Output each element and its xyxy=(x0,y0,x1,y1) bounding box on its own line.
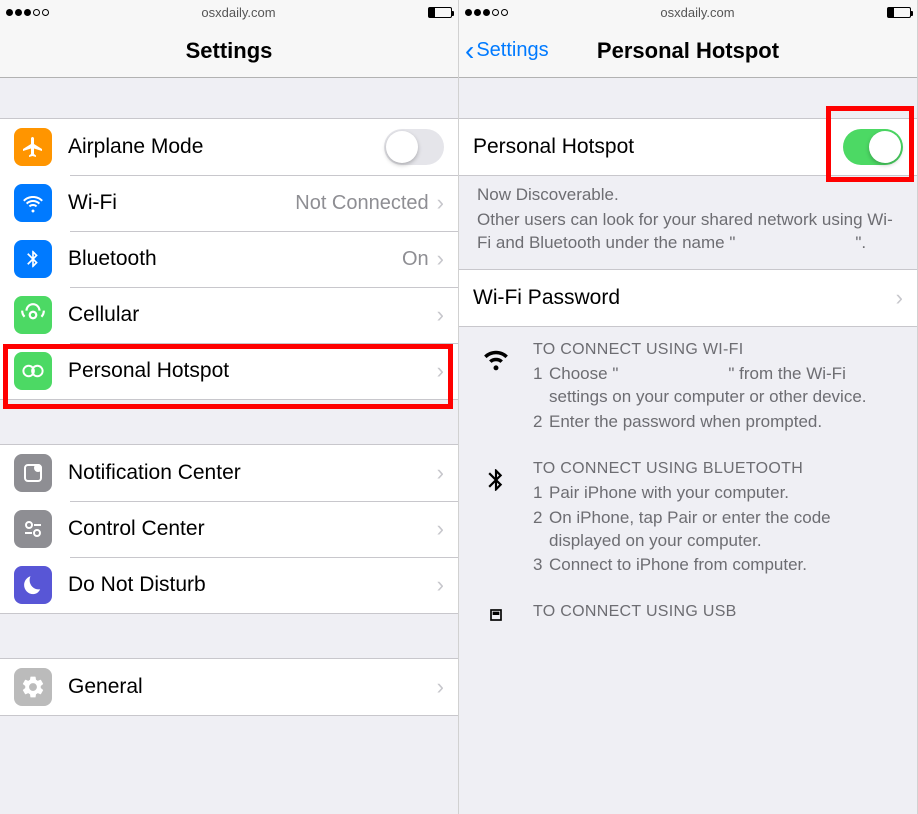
row-notification-center[interactable]: Notification Center › xyxy=(0,445,458,501)
discoverable-text: Now Discoverable. Other users can look f… xyxy=(459,176,917,269)
redacted-name xyxy=(618,368,728,381)
row-label: Cellular xyxy=(68,303,437,327)
hotspot-content: Personal Hotspot Now Discoverable. Other… xyxy=(459,78,917,814)
status-url: osxdaily.com xyxy=(660,5,734,20)
row-hotspot-toggle[interactable]: Personal Hotspot xyxy=(459,119,917,175)
step-number: 2 xyxy=(533,411,549,434)
chevron-right-icon: › xyxy=(437,190,444,216)
hotspot-toggle[interactable] xyxy=(843,129,903,165)
bluetooth-icon xyxy=(477,460,515,580)
step-number: 3 xyxy=(533,554,549,577)
row-label: Personal Hotspot xyxy=(68,359,437,383)
step-number: 1 xyxy=(533,363,549,409)
instructions-usb: TO CONNECT USING USB xyxy=(459,589,917,625)
cellular-icon xyxy=(14,296,52,334)
chevron-right-icon: › xyxy=(437,246,444,272)
control-center-icon xyxy=(14,510,52,548)
nav-bar: Settings xyxy=(0,24,458,78)
nav-bar: ‹ Settings Personal Hotspot xyxy=(459,24,917,78)
chevron-right-icon: › xyxy=(437,358,444,384)
step-text: On iPhone, tap Pair or enter the code di… xyxy=(549,507,899,553)
row-wifi[interactable]: Wi-Fi Not Connected › xyxy=(0,175,458,231)
chevron-right-icon: › xyxy=(437,516,444,542)
step-number: 1 xyxy=(533,482,549,505)
hotspot-screen: osxdaily.com ‹ Settings Personal Hotspot… xyxy=(459,0,918,814)
instr-title: TO CONNECT USING USB xyxy=(533,603,899,621)
row-label: Do Not Disturb xyxy=(68,573,437,597)
wifi-icon xyxy=(14,184,52,222)
chevron-right-icon: › xyxy=(437,572,444,598)
row-label: General xyxy=(68,675,437,699)
signal-strength-icon xyxy=(465,9,508,16)
usb-icon xyxy=(477,603,515,625)
row-label: Control Center xyxy=(68,517,437,541)
settings-screen: osxdaily.com Settings Airplane Mode Wi-F… xyxy=(0,0,459,814)
instructions-wifi: TO CONNECT USING WI-FI 1 Choose "" from … xyxy=(459,327,917,446)
battery-icon xyxy=(428,7,452,18)
step-text: Enter the password when prompted. xyxy=(549,411,899,434)
hotspot-icon xyxy=(14,352,52,390)
row-value: Not Connected xyxy=(295,192,428,215)
step-text: Choose "" from the Wi-Fi settings on you… xyxy=(549,363,899,409)
chevron-right-icon: › xyxy=(896,285,903,311)
row-label: Wi-Fi xyxy=(68,191,295,215)
battery-icon xyxy=(887,7,911,18)
row-label: Personal Hotspot xyxy=(473,135,843,159)
row-label: Airplane Mode xyxy=(68,135,384,159)
wifi-icon xyxy=(477,341,515,436)
settings-list: Airplane Mode Wi-Fi Not Connected › Blue… xyxy=(0,78,458,814)
row-label: Bluetooth xyxy=(68,247,402,271)
chevron-right-icon: › xyxy=(437,674,444,700)
row-personal-hotspot[interactable]: Personal Hotspot › xyxy=(0,343,458,399)
signal-strength-icon xyxy=(6,9,49,16)
instructions-bluetooth: TO CONNECT USING BLUETOOTH 1 Pair iPhone… xyxy=(459,446,917,590)
back-button[interactable]: ‹ Settings xyxy=(465,37,549,65)
row-cellular[interactable]: Cellular › xyxy=(0,287,458,343)
row-do-not-disturb[interactable]: Do Not Disturb › xyxy=(0,557,458,613)
row-wifi-password[interactable]: Wi-Fi Password › xyxy=(459,270,917,326)
gear-icon xyxy=(14,668,52,706)
row-label: Notification Center xyxy=(68,461,437,485)
moon-icon xyxy=(14,566,52,604)
page-title: Settings xyxy=(186,38,273,64)
row-label: Wi-Fi Password xyxy=(473,286,896,310)
row-general[interactable]: General › xyxy=(0,659,458,715)
airplane-icon xyxy=(14,128,52,166)
chevron-right-icon: › xyxy=(437,460,444,486)
row-control-center[interactable]: Control Center › xyxy=(0,501,458,557)
back-label: Settings xyxy=(476,39,548,62)
row-value: On xyxy=(402,248,429,271)
step-number: 2 xyxy=(533,507,549,553)
chevron-right-icon: › xyxy=(437,302,444,328)
status-bar: osxdaily.com xyxy=(0,0,458,24)
row-airplane-mode[interactable]: Airplane Mode xyxy=(0,119,458,175)
redacted-name xyxy=(735,236,855,250)
row-bluetooth[interactable]: Bluetooth On › xyxy=(0,231,458,287)
instr-title: TO CONNECT USING BLUETOOTH xyxy=(533,460,899,478)
status-url: osxdaily.com xyxy=(201,5,275,20)
step-text: Pair iPhone with your computer. xyxy=(549,482,899,505)
airplane-toggle[interactable] xyxy=(384,129,444,165)
status-bar: osxdaily.com xyxy=(459,0,917,24)
chevron-left-icon: ‹ xyxy=(465,37,474,65)
page-title: Personal Hotspot xyxy=(597,38,779,64)
bluetooth-icon xyxy=(14,240,52,278)
instr-title: TO CONNECT USING WI-FI xyxy=(533,341,899,359)
step-text: Connect to iPhone from computer. xyxy=(549,554,899,577)
notification-icon xyxy=(14,454,52,492)
